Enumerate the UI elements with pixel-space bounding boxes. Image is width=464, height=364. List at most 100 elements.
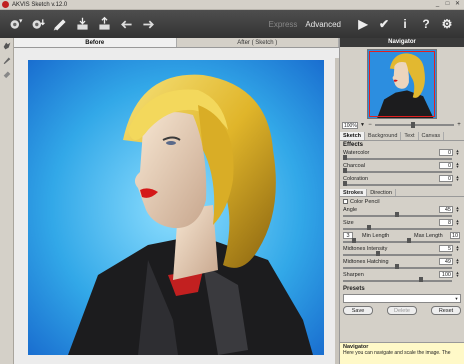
- advanced-mode-button[interactable]: Advanced: [305, 20, 341, 29]
- zoom-slider[interactable]: [374, 122, 454, 128]
- sharpen-slider[interactable]: [343, 277, 452, 282]
- effects-title: Effects: [343, 142, 364, 148]
- min-length-knob[interactable]: [352, 238, 357, 243]
- sharpen-value[interactable]: 100: [439, 271, 453, 278]
- charcoal-slider[interactable]: [343, 168, 452, 173]
- watercolor-param: Watercolor 0 ▲ ▼: [340, 149, 464, 162]
- midtones-intensity-label: Midtones Intensity: [343, 246, 388, 252]
- sharpen-knob[interactable]: [419, 277, 424, 282]
- zoom-out-button[interactable]: −: [367, 122, 373, 128]
- open-image-button[interactable]: [6, 14, 26, 34]
- tab-before[interactable]: Before: [14, 38, 177, 47]
- express-mode-button[interactable]: Express: [269, 20, 298, 29]
- coloration-value[interactable]: 0: [439, 175, 453, 182]
- redo-button[interactable]: [138, 14, 158, 34]
- maximize-button[interactable]: □: [443, 1, 452, 8]
- settings-tabs: Sketch Background Text Canvas: [340, 132, 464, 141]
- tab-after[interactable]: After ( Sketch ): [177, 38, 339, 47]
- size-slider[interactable]: [343, 225, 452, 230]
- save-preset-button[interactable]: Save: [343, 306, 373, 315]
- close-button[interactable]: ✕: [453, 1, 462, 8]
- undo-arrow-icon: [120, 19, 132, 29]
- hand-tool-button[interactable]: [1, 40, 13, 52]
- tab-background[interactable]: Background: [365, 132, 402, 140]
- midtones-hatching-slider[interactable]: [343, 264, 452, 269]
- navigator-thumbnail[interactable]: [367, 48, 437, 119]
- apply-check-icon[interactable]: ✔: [375, 15, 393, 33]
- info-icon[interactable]: i: [396, 15, 414, 33]
- charcoal-spin[interactable]: ▲ ▼: [454, 162, 461, 169]
- zoom-dropdown-icon[interactable]: ▼: [360, 122, 365, 128]
- minimize-button[interactable]: _: [433, 1, 442, 8]
- watercolor-spin[interactable]: ▲ ▼: [454, 149, 461, 156]
- save-image-icon: [32, 18, 45, 29]
- presets-dropdown[interactable]: ▼: [343, 294, 461, 303]
- midtones-hatching-knob[interactable]: [395, 264, 400, 269]
- zoom-slider-knob[interactable]: [410, 122, 415, 128]
- hint-box: Navigator Here you can navigate and scal…: [340, 342, 464, 364]
- zoom-field[interactable]: 100%: [342, 121, 358, 129]
- run-brush-icon: [53, 18, 66, 30]
- watercolor-slider[interactable]: [343, 155, 452, 160]
- color-pencil-checkbox[interactable]: [343, 199, 348, 204]
- angle-slider[interactable]: [343, 212, 452, 217]
- angle-spin[interactable]: ▲ ▼: [454, 206, 461, 213]
- portrait-image[interactable]: [28, 60, 324, 355]
- zoom-row: 100% ▼ − +: [340, 120, 464, 130]
- tab-canvas[interactable]: Canvas: [419, 132, 445, 140]
- size-spin[interactable]: ▲ ▼: [454, 219, 461, 226]
- midtones-intensity-value[interactable]: 5: [439, 245, 453, 252]
- max-length-value[interactable]: 10: [450, 232, 460, 239]
- batch-in-button[interactable]: [72, 14, 92, 34]
- tab-sketch[interactable]: Sketch: [340, 132, 366, 140]
- coloration-knob[interactable]: [343, 181, 347, 186]
- size-knob[interactable]: [366, 225, 371, 230]
- tab-text[interactable]: Text: [401, 132, 419, 140]
- angle-value[interactable]: 45: [439, 206, 453, 213]
- coloration-slider[interactable]: [343, 181, 452, 186]
- zoom-in-button[interactable]: +: [456, 122, 462, 128]
- charcoal-knob[interactable]: [343, 168, 347, 173]
- midtones-hatching-spin[interactable]: ▲ ▼: [454, 258, 461, 265]
- presets-dropdown-icon[interactable]: ▼: [453, 295, 460, 302]
- coloration-spin[interactable]: ▲ ▼: [454, 175, 461, 182]
- watercolor-knob[interactable]: [343, 155, 347, 160]
- length-param: 3 Min Length Max Length 10: [340, 232, 464, 245]
- hint-text: Here you can navigate and scale the imag…: [343, 350, 451, 356]
- pencil-tool-button[interactable]: [1, 54, 13, 66]
- canvas-tabs: Before After ( Sketch ): [14, 38, 339, 48]
- settings-gear-icon[interactable]: ⚙: [438, 15, 456, 33]
- navigator-header: Navigator: [340, 38, 464, 47]
- hand-tool-icon: [3, 42, 11, 50]
- help-icon[interactable]: ?: [417, 15, 435, 33]
- min-length-label: Min Length: [362, 233, 390, 239]
- midtones-intensity-spin[interactable]: ▲ ▼: [454, 245, 461, 252]
- midtones-hatching-value[interactable]: 49: [439, 258, 453, 265]
- midtones-intensity-slider[interactable]: [343, 251, 452, 256]
- run-icon[interactable]: ▶: [354, 15, 372, 33]
- sharpen-spin[interactable]: ▲ ▼: [454, 271, 461, 278]
- canvas-area[interactable]: [14, 48, 339, 364]
- portrait-artwork: [28, 60, 324, 355]
- watercolor-value[interactable]: 0: [439, 149, 453, 156]
- delete-preset-button[interactable]: Delete: [387, 306, 417, 315]
- size-value[interactable]: 8: [439, 219, 453, 226]
- app-logo-icon: [2, 1, 9, 8]
- tab-direction[interactable]: Direction: [367, 189, 396, 196]
- tab-strokes[interactable]: Strokes: [340, 189, 368, 196]
- batch-out-button[interactable]: [94, 14, 114, 34]
- save-image-button[interactable]: [28, 14, 48, 34]
- navigator-view-frame[interactable]: [369, 50, 435, 117]
- run-brush-button[interactable]: [50, 14, 70, 34]
- length-slider[interactable]: [343, 238, 460, 243]
- max-length-knob[interactable]: [407, 238, 412, 243]
- midtones-intensity-knob[interactable]: [375, 251, 380, 256]
- size-label: Size: [343, 220, 354, 226]
- undo-button[interactable]: [116, 14, 136, 34]
- color-pencil-label: Color Pencil: [350, 198, 380, 205]
- navigator-box: [340, 47, 464, 120]
- charcoal-value[interactable]: 0: [439, 162, 453, 169]
- angle-knob[interactable]: [395, 212, 400, 217]
- eraser-tool-button[interactable]: [1, 68, 13, 80]
- reset-preset-button[interactable]: Reset: [431, 306, 461, 315]
